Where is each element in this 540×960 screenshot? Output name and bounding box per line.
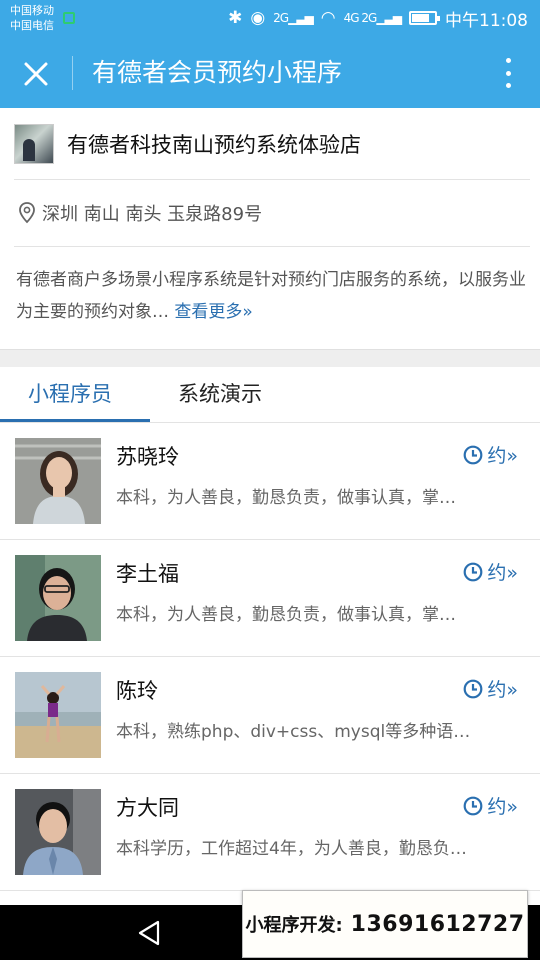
clock-icon xyxy=(463,679,483,698)
staff-description: 本科学历，工作超过4年，为人善良，勤恳负… xyxy=(116,839,467,859)
carrier-info: 中国移动 中国电信 xyxy=(10,3,54,33)
promo-label: 小程序开发: xyxy=(245,915,343,936)
staff-list: 苏晓玲 约» 本科，为人善良，勤恳负责，做事认真，掌… 李土福 约» 本科，为人… xyxy=(0,423,540,891)
wifi-icon: ◠ xyxy=(320,8,336,28)
signal-4g-icon: 4G 2G▁▃▅ xyxy=(343,11,402,25)
staff-description: 本科，为人善良，勤恳负责，做事认真，掌… xyxy=(116,488,456,508)
back-icon[interactable] xyxy=(136,919,162,947)
lock-icon xyxy=(63,12,75,24)
book-button[interactable]: 约» xyxy=(463,792,518,819)
title-bar: 有德者会员预约小程序 xyxy=(0,38,540,108)
clock-icon xyxy=(463,445,483,464)
clock-icon xyxy=(463,562,483,581)
list-item[interactable]: 陈玲 约» 本科，熟练php、div+css、mysql等多种语… xyxy=(0,657,540,774)
chevron-down-icon: » xyxy=(242,302,253,322)
book-button[interactable]: 约» xyxy=(463,441,518,468)
more-icon xyxy=(505,58,511,63)
list-item[interactable]: 方大同 约» 本科学历，工作超过4年，为人善良，勤恳负… xyxy=(0,774,540,891)
store-address: 深圳 南山 南头 玉泉路89号 xyxy=(42,204,263,225)
carrier-2: 中国电信 xyxy=(10,19,54,32)
store-header[interactable]: 有德者科技南山预约系统体验店 xyxy=(14,108,530,180)
book-button[interactable]: 约» xyxy=(463,675,518,702)
book-button[interactable]: 约» xyxy=(463,558,518,585)
clock-time: 中午11:08 xyxy=(445,10,528,31)
view-more-link[interactable]: 查看更多» xyxy=(174,302,252,322)
staff-name: 方大同 xyxy=(116,796,179,820)
status-bar: 中国移动 中国电信 ✱ ◉ 2G▁▃▅ ◠ 4G 2G▁▃▅ 中午11:08 xyxy=(0,0,540,38)
title-divider xyxy=(72,56,73,90)
store-description: 有德者商户多场景小程序系统是针对预约门店服务的系统，以服务业为主要的预约对象… … xyxy=(16,264,526,328)
list-item[interactable]: 李土福 约» 本科，为人善良，勤恳负责，做事认真，掌… xyxy=(0,540,540,657)
staff-name: 陈玲 xyxy=(116,679,158,703)
more-menu-button[interactable] xyxy=(498,56,518,90)
list-item[interactable]: 苏晓玲 约» 本科，为人善良，勤恳负责，做事认真，掌… xyxy=(0,423,540,540)
battery-icon xyxy=(409,11,440,25)
close-button[interactable] xyxy=(14,52,58,96)
bluetooth-icon: ✱ xyxy=(228,8,243,28)
store-description-text: 有德者商户多场景小程序系统是针对预约门店服务的系统，以服务业为主要的预约对象… xyxy=(16,270,526,322)
eye-icon: ◉ xyxy=(250,8,266,28)
store-address-row[interactable]: 深圳 南山 南头 玉泉路89号 xyxy=(14,180,530,247)
promo-phone: 13691612727 xyxy=(350,911,525,937)
status-icons: ✱ ◉ 2G▁▃▅ ◠ 4G 2G▁▃▅ 中午11:08 xyxy=(228,7,528,31)
staff-name: 苏晓玲 xyxy=(116,445,179,469)
avatar xyxy=(15,789,101,875)
pin-icon xyxy=(19,202,35,224)
carrier-1: 中国移动 xyxy=(10,4,54,17)
page-title: 有德者会员预约小程序 xyxy=(92,58,343,87)
staff-description: 本科，熟练php、div+css、mysql等多种语… xyxy=(116,722,471,742)
avatar xyxy=(15,672,101,758)
signal-2g-icon: 2G▁▃▅ xyxy=(273,11,314,25)
battery-fill xyxy=(412,14,429,22)
staff-name: 李土福 xyxy=(116,562,179,586)
avatar xyxy=(15,555,101,641)
promo-banner: 小程序开发: 13691612727 xyxy=(242,890,528,958)
avatar xyxy=(15,438,101,524)
tab-demo[interactable]: 系统演示 xyxy=(178,379,262,409)
tab-bar: 小程序员 系统演示 xyxy=(0,367,540,423)
section-divider xyxy=(0,349,540,367)
staff-description: 本科，为人善良，勤恳负责，做事认真，掌… xyxy=(116,605,456,625)
clock-icon xyxy=(463,796,483,815)
active-tab-indicator xyxy=(0,419,150,422)
store-name: 有德者科技南山预约系统体验店 xyxy=(67,132,361,157)
close-icon xyxy=(24,62,48,86)
tab-staff[interactable]: 小程序员 xyxy=(28,379,112,409)
store-thumbnail xyxy=(14,123,54,164)
